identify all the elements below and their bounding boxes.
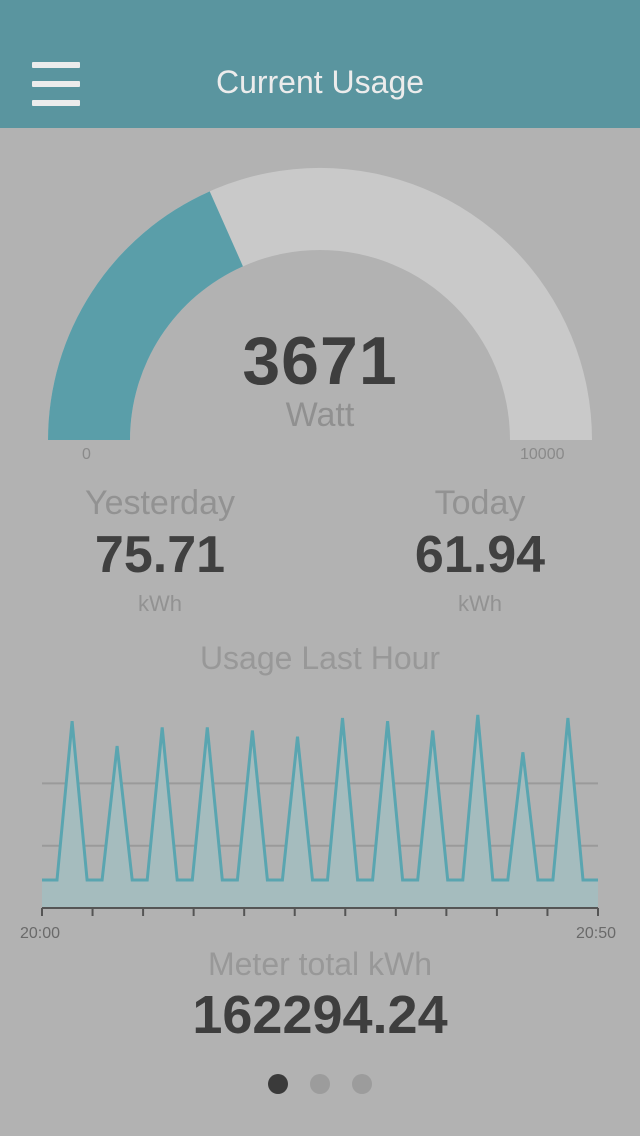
yesterday-stat: Yesterday 75.71 kWh [10,484,310,617]
today-unit: kWh [458,591,502,616]
usage-chart: 20:00 20:50 [20,714,616,940]
app: Current Usage 3671 Watt 0 10000 Yesterda… [0,0,640,1136]
page-indicator[interactable] [0,1074,640,1094]
meter-total-value: 162294.24 [192,985,448,1045]
today-stat: Today 61.94 kWh [330,484,630,617]
yesterday-label: Yesterday [85,484,235,522]
x-axis-start-label: 20:00 [20,925,60,940]
x-axis-ticks [41,908,599,916]
page-dot-2[interactable] [310,1074,330,1094]
today-label: Today [434,484,526,522]
current-watt-unit: Watt [285,396,355,434]
page-dot-1[interactable] [268,1074,288,1094]
gauge-min-label: 0 [82,446,91,463]
today-value: 61.94 [414,526,546,584]
yesterday-value: 75.71 [94,526,226,584]
chart-title: Usage Last Hour [199,640,441,676]
page-title: Current Usage [215,64,425,100]
x-axis-end-label: 20:50 [576,925,616,940]
current-watt-value: 3671 [242,323,398,399]
yesterday-unit: kWh [138,591,182,616]
page-dot-3[interactable] [352,1074,372,1094]
header-bar: Current Usage [0,0,640,128]
gauge-max-label: 10000 [520,446,565,463]
meter-total-label: Meter total kWh [207,946,433,982]
